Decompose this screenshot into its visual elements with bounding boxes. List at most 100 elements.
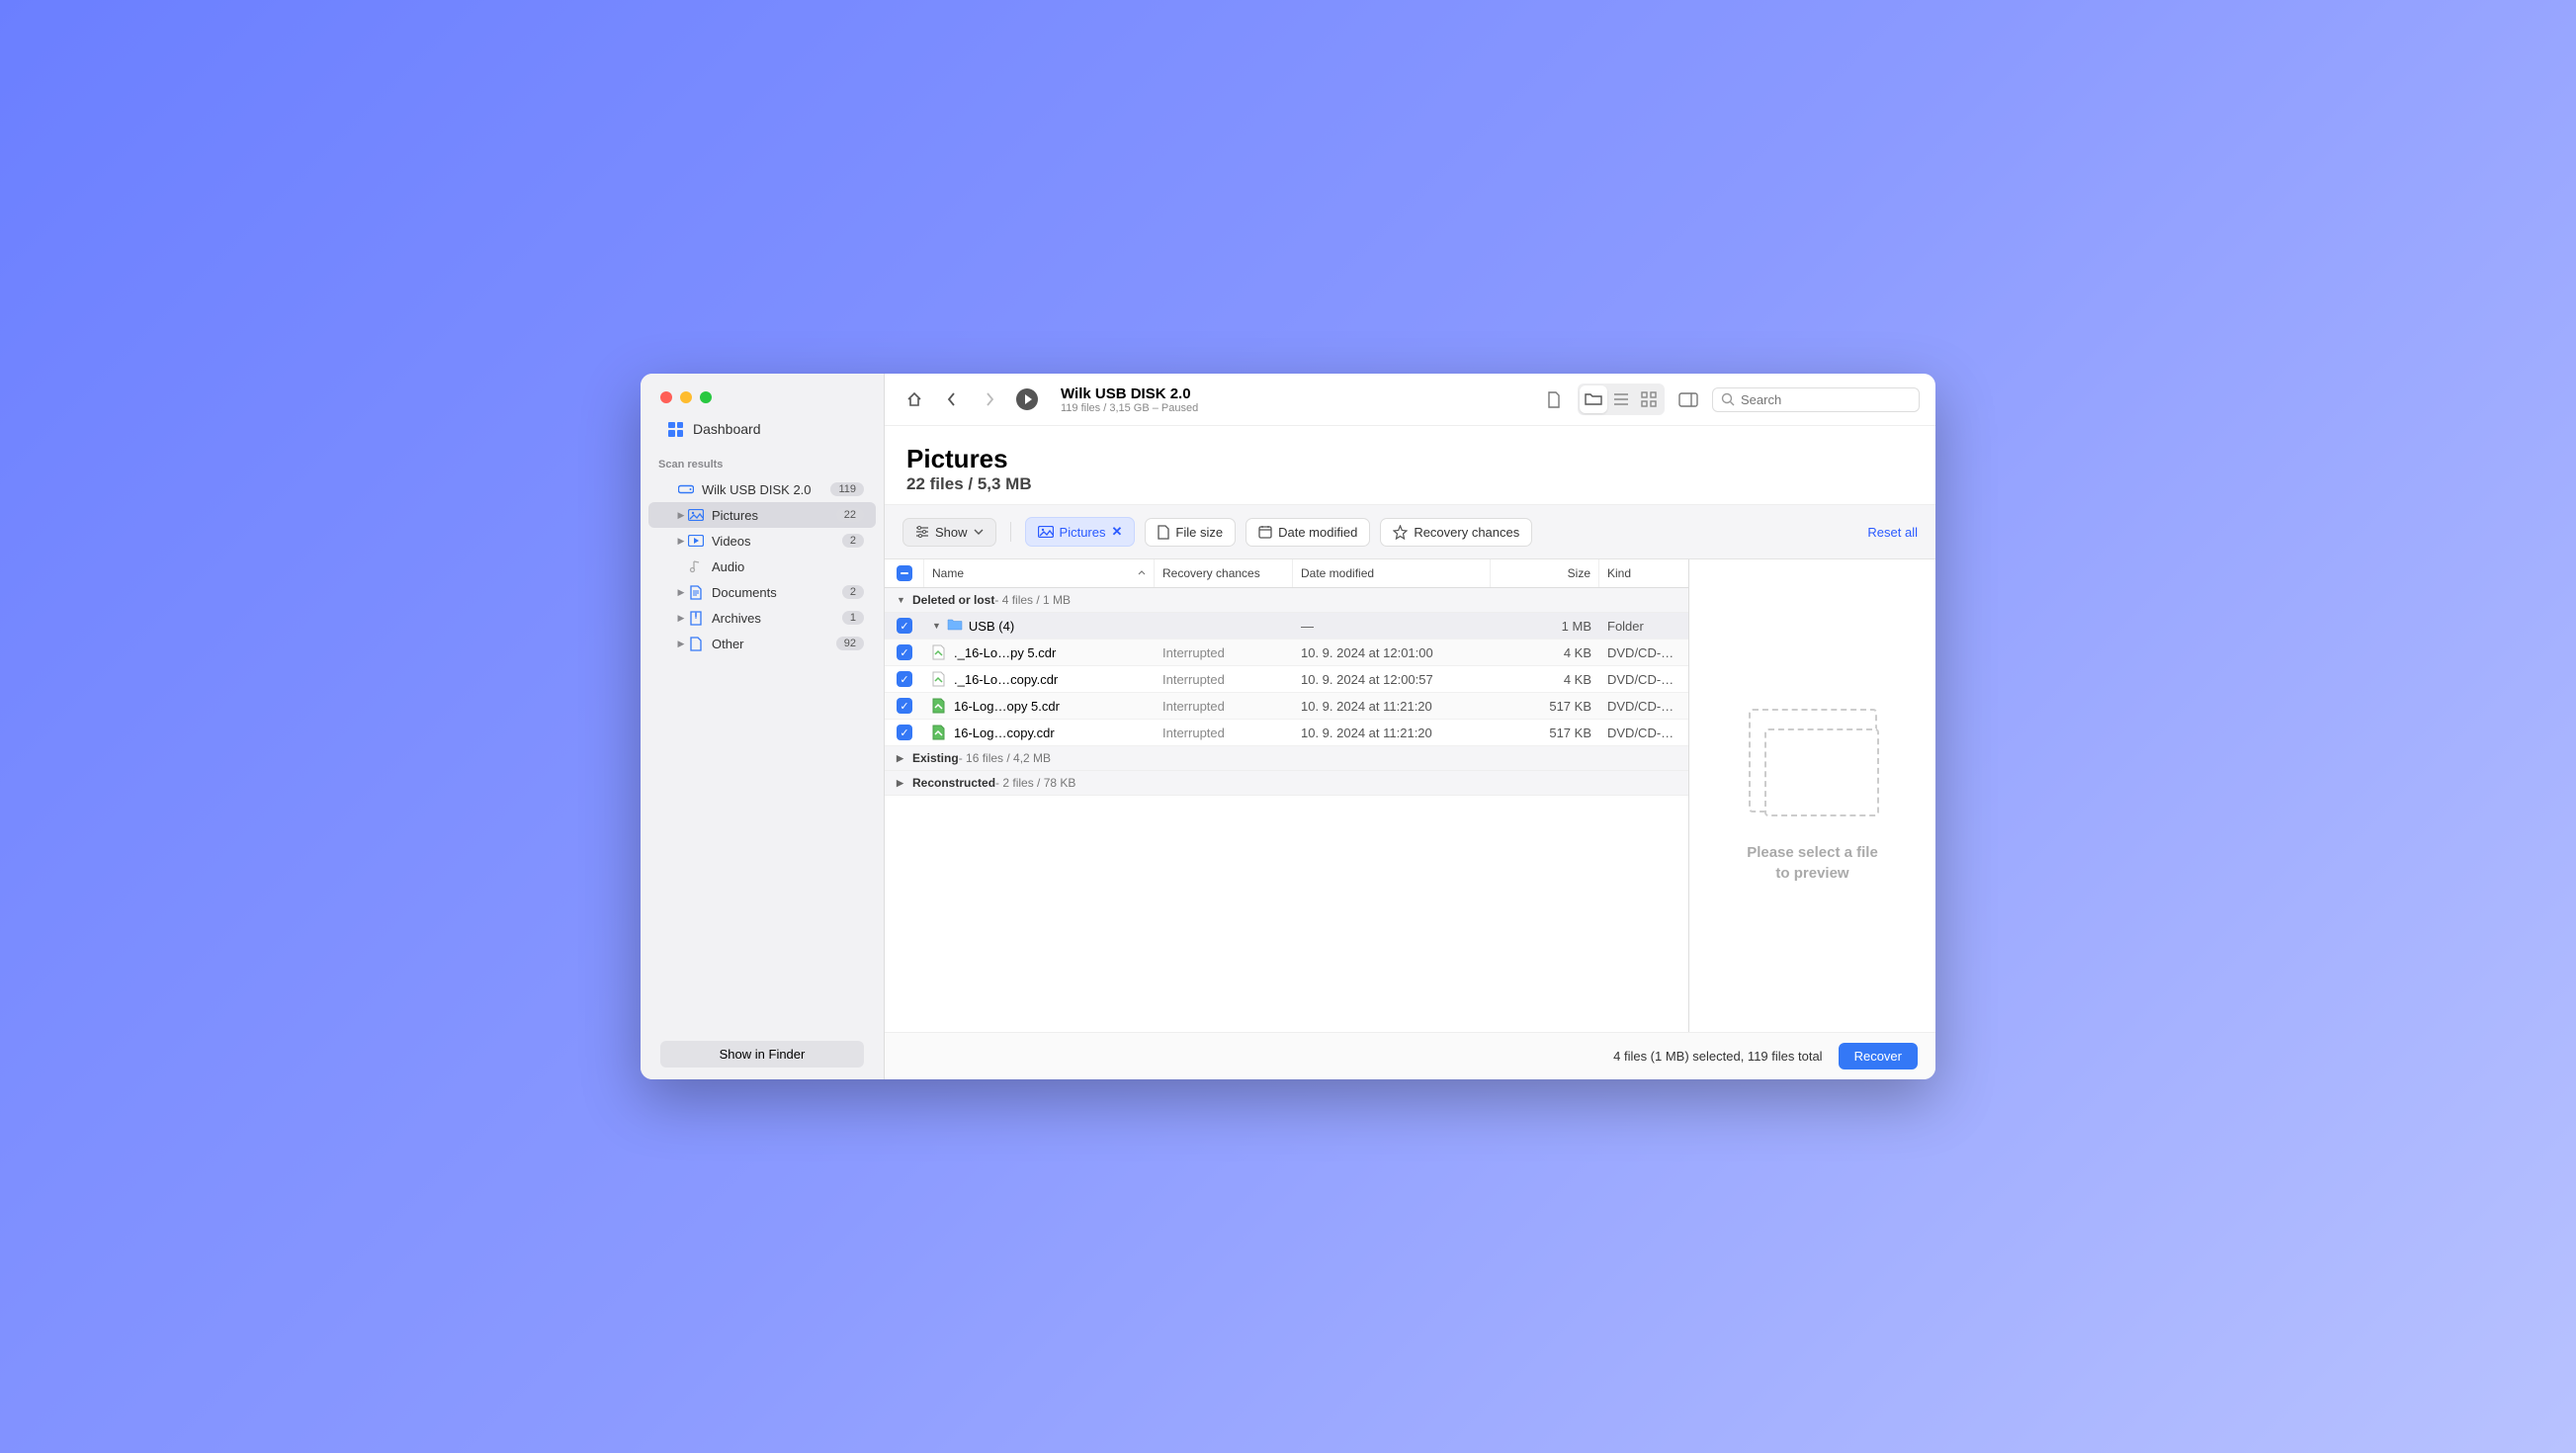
chevron-down-icon[interactable]: ▼ <box>932 621 941 631</box>
sidebar-item-other[interactable]: ▶ Other 92 <box>648 631 876 656</box>
minimize-window-button[interactable] <box>680 391 692 403</box>
chevron-right-icon: ▶ <box>897 778 908 789</box>
search-input[interactable] <box>1741 392 1911 407</box>
column-kind[interactable]: Kind <box>1599 559 1688 587</box>
group-label: Reconstructed <box>912 776 995 790</box>
sidebar-disk[interactable]: Wilk USB DISK 2.0 119 <box>648 476 876 502</box>
table-row[interactable]: ._16-Lo…py 5.cdr Interrupted 10. 9. 2024… <box>885 640 1688 666</box>
sidebar-item-documents[interactable]: ▶ Documents 2 <box>648 579 876 605</box>
search-icon <box>1721 392 1735 406</box>
dashboard-link[interactable]: Dashboard <box>641 403 884 451</box>
table-body: ▼ Deleted or lost - 4 files / 1 MB ▼ USB… <box>885 588 1688 1032</box>
group-reconstructed[interactable]: ▶ Reconstructed - 2 files / 78 KB <box>885 771 1688 796</box>
other-icon <box>688 636 704 651</box>
show-in-finder-button[interactable]: Show in Finder <box>660 1041 864 1068</box>
show-filter-button[interactable]: Show <box>902 518 996 547</box>
app-window: Dashboard Scan results Wilk USB DISK 2.0… <box>641 374 1935 1079</box>
header-checkbox-cell[interactable] <box>885 559 924 587</box>
sidebar-item-pictures[interactable]: ▶ Pictures 22 <box>648 502 876 528</box>
selection-status: 4 files (1 MB) selected, 119 files total <box>1613 1049 1822 1064</box>
new-file-button[interactable] <box>1540 385 1568 413</box>
content-split: Name Recovery chances Date modified Size… <box>885 559 1935 1032</box>
maximize-window-button[interactable] <box>700 391 712 403</box>
row-checkbox[interactable] <box>897 618 912 634</box>
group-existing[interactable]: ▶ Existing - 16 files / 4,2 MB <box>885 746 1688 771</box>
table-row[interactable]: 16-Log…copy.cdr Interrupted 10. 9. 2024 … <box>885 720 1688 746</box>
filter-label: Pictures <box>1060 525 1106 540</box>
search-box[interactable] <box>1712 387 1920 412</box>
column-name[interactable]: Name <box>924 559 1155 587</box>
view-list-button[interactable] <box>1607 385 1635 413</box>
toggle-preview-button[interactable] <box>1674 385 1702 413</box>
pictures-filter-chip[interactable]: Pictures ✕ <box>1025 517 1136 547</box>
home-button[interactable] <box>901 385 928 413</box>
column-date-modified[interactable]: Date modified <box>1293 559 1491 587</box>
row-checkbox[interactable] <box>897 671 912 687</box>
chevron-right-icon: ▶ <box>676 536 686 547</box>
sidebar: Dashboard Scan results Wilk USB DISK 2.0… <box>641 374 885 1079</box>
reset-all-link[interactable]: Reset all <box>1867 525 1918 540</box>
preview-pane: Please select a file to preview <box>1688 559 1935 1032</box>
file-name: 16-Log…opy 5.cdr <box>954 699 1060 714</box>
recover-button[interactable]: Recover <box>1839 1043 1918 1069</box>
main-area: Wilk USB DISK 2.0 119 files / 3,15 GB – … <box>885 374 1935 1079</box>
file-name: USB (4) <box>969 619 1014 634</box>
videos-icon <box>688 533 704 549</box>
row-checkbox[interactable] <box>897 644 912 660</box>
toolbar-title: Wilk USB DISK 2.0 <box>1061 385 1198 402</box>
preview-empty-text: Please select a file to preview <box>1747 842 1878 884</box>
table-header: Name Recovery chances Date modified Size… <box>885 559 1688 588</box>
sidebar-item-label: Videos <box>712 534 842 549</box>
chevron-right-icon: ▶ <box>676 587 686 598</box>
pictures-icon <box>1038 526 1054 538</box>
column-size[interactable]: Size <box>1491 559 1599 587</box>
section-label: Scan results <box>641 451 884 476</box>
view-toggle-group <box>1578 384 1665 415</box>
file-size-filter[interactable]: File size <box>1145 518 1236 547</box>
file-name: ._16-Lo…py 5.cdr <box>954 645 1056 660</box>
cdr-file-icon <box>932 671 948 687</box>
audio-icon <box>688 558 704 574</box>
filter-label: Show <box>935 525 968 540</box>
chevron-right-icon: ▶ <box>676 613 686 624</box>
sidebar-item-label: Audio <box>712 559 864 574</box>
toolbar: Wilk USB DISK 2.0 119 files / 3,15 GB – … <box>885 374 1935 426</box>
chevron-right-icon: ▶ <box>676 639 686 649</box>
view-grid-button[interactable] <box>1635 385 1663 413</box>
pictures-icon <box>688 507 704 523</box>
view-folder-button[interactable] <box>1580 385 1607 413</box>
file-table: Name Recovery chances Date modified Size… <box>885 559 1688 1032</box>
back-button[interactable] <box>938 385 966 413</box>
archives-icon <box>688 610 704 626</box>
date-modified-filter[interactable]: Date modified <box>1245 518 1370 547</box>
sidebar-item-audio[interactable]: Audio <box>648 554 876 579</box>
nav-list: Wilk USB DISK 2.0 119 ▶ Pictures 22 ▶ Vi… <box>641 476 884 1029</box>
recovery-chances-filter[interactable]: Recovery chances <box>1380 518 1532 547</box>
close-window-button[interactable] <box>660 391 672 403</box>
file-name: ._16-Lo…copy.cdr <box>954 672 1058 687</box>
page-title: Pictures <box>906 444 1914 474</box>
group-deleted[interactable]: ▼ Deleted or lost - 4 files / 1 MB <box>885 588 1688 613</box>
chevron-down-icon <box>974 529 984 535</box>
row-checkbox[interactable] <box>897 698 912 714</box>
page-subtitle: 22 files / 5,3 MB <box>906 474 1914 494</box>
divider <box>1010 522 1011 542</box>
sidebar-item-archives[interactable]: ▶ Archives 1 <box>648 605 876 631</box>
remove-filter-icon[interactable]: ✕ <box>1112 524 1123 540</box>
table-row[interactable]: 16-Log…opy 5.cdr Interrupted 10. 9. 2024… <box>885 693 1688 720</box>
select-all-checkbox[interactable] <box>897 565 912 581</box>
row-checkbox[interactable] <box>897 725 912 740</box>
sidebar-item-badge: 22 <box>836 508 864 522</box>
file-name: 16-Log…copy.cdr <box>954 726 1055 740</box>
cdr-file-icon <box>932 644 948 660</box>
forward-button[interactable] <box>976 385 1003 413</box>
table-row[interactable]: ▼ USB (4) — 1 MB Folder <box>885 613 1688 640</box>
sidebar-item-badge: 92 <box>836 637 864 650</box>
folder-icon <box>947 618 963 634</box>
group-meta: - 2 files / 78 KB <box>995 776 1075 790</box>
column-recovery-chances[interactable]: Recovery chances <box>1155 559 1293 587</box>
table-row[interactable]: ._16-Lo…copy.cdr Interrupted 10. 9. 2024… <box>885 666 1688 693</box>
dashboard-label: Dashboard <box>693 421 761 437</box>
play-resume-button[interactable] <box>1013 385 1041 413</box>
sidebar-item-videos[interactable]: ▶ Videos 2 <box>648 528 876 554</box>
